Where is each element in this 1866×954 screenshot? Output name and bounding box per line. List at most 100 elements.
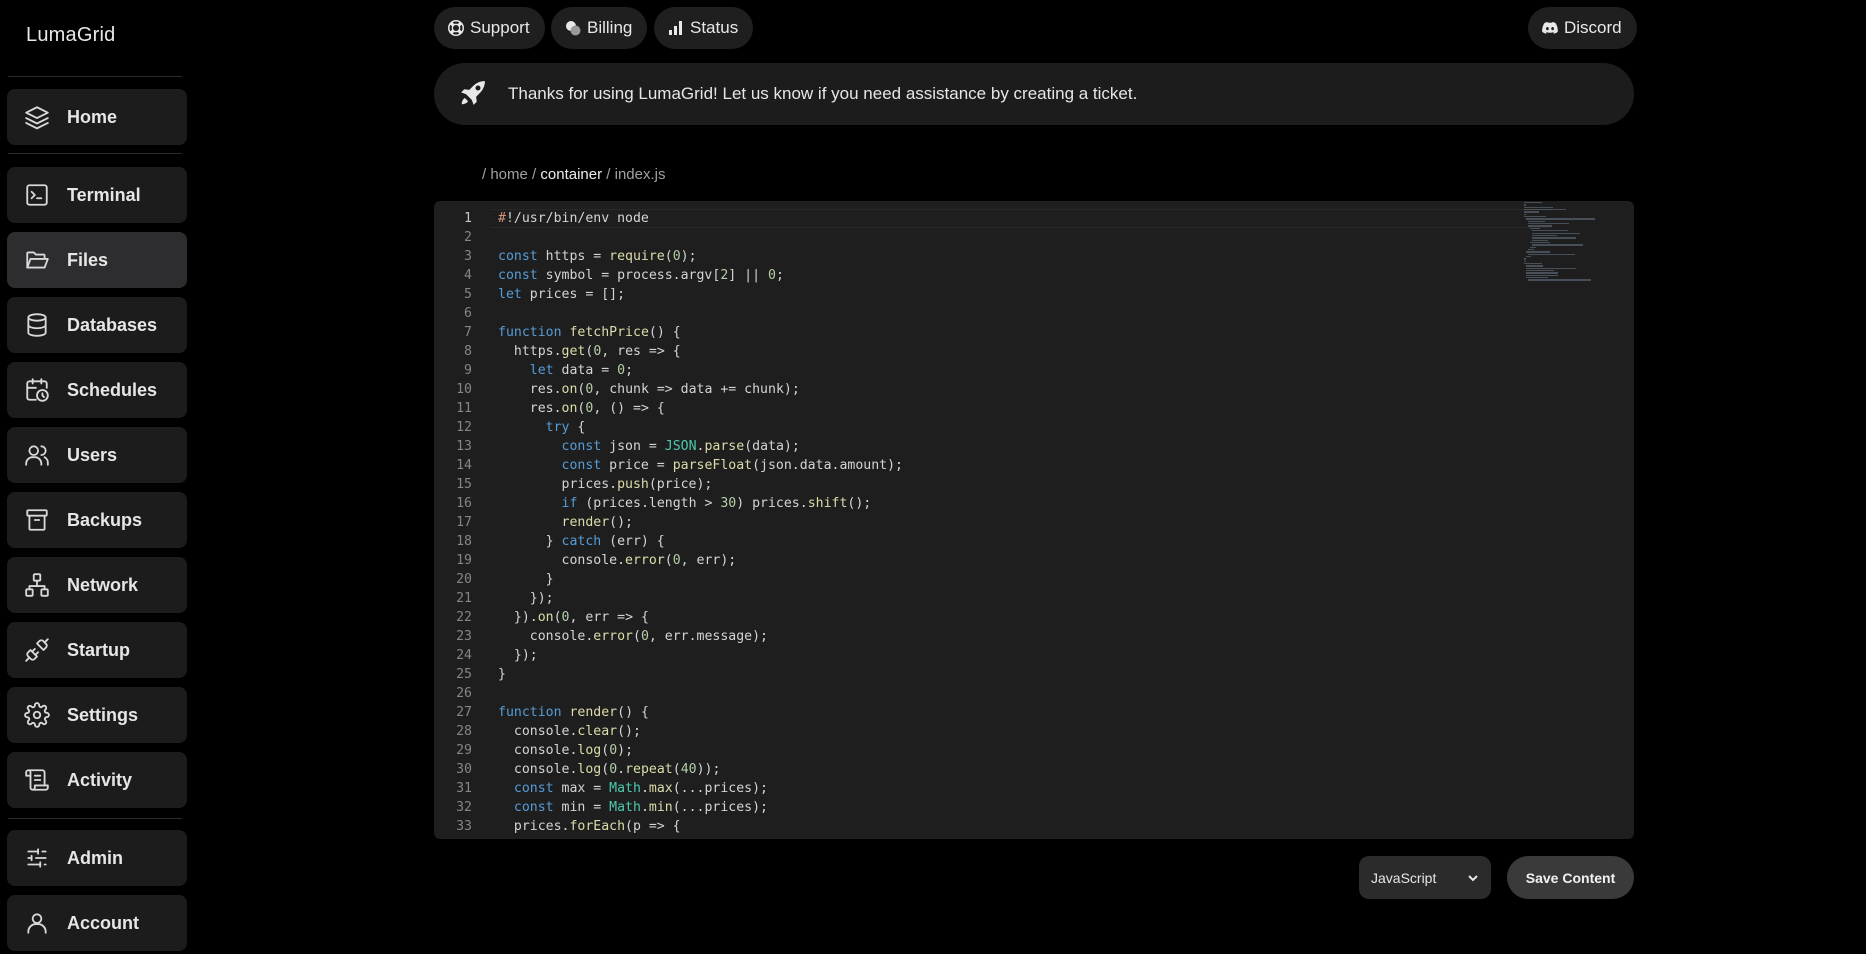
code-line[interactable]: 4 const symbol = process.argv[2] || 0; [434,266,1514,285]
code-line[interactable]: 21 }); [434,589,1514,608]
breadcrumb-separator: / [482,166,487,183]
code-text: const max = Math.max(...prices); [513,781,768,796]
code-line[interactable]: 24 }); [434,646,1514,665]
breadcrumb-home[interactable]: home [490,166,528,183]
sidebar-item-admin[interactable]: Admin [7,830,187,886]
line-number: 25 [456,667,472,682]
code-line[interactable]: 5 let prices = []; [434,285,1514,304]
code-line[interactable]: 34 const barLen = Math.floor(((p - min) … [434,836,1514,839]
code-line[interactable]: 22 }).on(0, err => { [434,608,1514,627]
code-line[interactable]: 3 const https = require(0); [434,247,1514,266]
save-content-button[interactable]: Save Content [1507,856,1634,899]
billing-button[interactable]: Billing [551,7,648,49]
code-line[interactable]: 30 console.log(0.repeat(40)); [434,760,1514,779]
line-number: 3 [464,249,472,264]
users-icon [23,441,51,469]
sidebar-divider [8,818,182,819]
code-line[interactable]: 10 res.on(0, chunk => data += chunk); [434,380,1514,399]
line-number: 34 [434,836,472,839]
code-line[interactable]: 2 [434,228,1514,247]
code-line[interactable]: 9 let data = 0; [434,361,1514,380]
language-select[interactable]: JavaScript [1359,856,1491,899]
code-line[interactable]: 19 console.error(0, err); [434,551,1514,570]
discord-button[interactable]: Discord [1528,7,1637,49]
minimap-line [1524,211,1540,213]
coins-icon [566,21,581,36]
code-line[interactable]: 20 } [434,570,1514,589]
line-number: 30 [456,762,472,777]
sidebar-item-files[interactable]: Files [7,232,187,288]
sidebar-item-label: Account [67,912,139,933]
code-line[interactable]: 6 [434,304,1514,323]
code-line[interactable]: 29 console.log(0); [434,741,1514,760]
code-line[interactable]: 7 function fetchPrice() { [434,323,1514,342]
line-number: 26 [456,686,472,701]
sidebar-item-network[interactable]: Network [7,557,187,613]
code-line[interactable]: 26 [434,684,1514,703]
code-line[interactable]: 32 const min = Math.min(...prices); [434,798,1514,817]
minimap-line [1524,213,1526,216]
sidebar-item-schedules[interactable]: Schedules [7,362,187,418]
status-button[interactable]: Status [654,7,754,49]
editor-minimap[interactable] [1524,201,1604,291]
minimap-line [1531,244,1583,246]
code-line[interactable]: 15 prices.push(price); [434,475,1514,494]
support-label: Support [470,18,530,37]
code-line[interactable]: 27 function render() { [434,703,1514,722]
sidebar-item-activity[interactable]: Activity [7,752,187,808]
code-line[interactable]: 16 if (prices.length > 30) prices.shift(… [434,494,1514,513]
banner-message: Thanks for using LumaGrid! Let us know i… [508,84,1138,103]
sidebar-item-home[interactable]: Home [7,89,187,145]
code-line[interactable]: 8 https.get(0, res => { [434,342,1514,361]
support-button[interactable]: Support [434,7,545,49]
code-text: const price = parseFloat(json.data.amoun… [561,458,903,473]
code-line[interactable]: 23 console.error(0, err.message); [434,627,1514,646]
sidebar-item-databases[interactable]: Databases [7,297,187,353]
line-number: 4 [464,268,472,283]
code-line[interactable]: 13 const json = JSON.parse(data); [434,437,1514,456]
code-line[interactable]: 31 const max = Math.max(...prices); [434,779,1514,798]
minimap-line [1529,227,1541,230]
code-line[interactable]: 12 try { [434,418,1514,437]
line-number: 20 [456,572,472,587]
code-text: const https = require(0); [498,249,697,264]
minimap-line [1525,267,1577,269]
code-text: }); [498,591,554,606]
code-text: console.clear(); [498,724,641,739]
breadcrumb-container[interactable]: container [540,166,602,183]
code-line[interactable]: 33 prices.forEach(p => { [434,817,1514,836]
code-text: } catch (err) { [498,534,665,549]
sidebar-item-backups[interactable]: Backups [7,492,187,548]
code-line[interactable]: 1 #!/usr/bin/env node [434,209,1514,228]
sidebar-item-settings[interactable]: Settings [7,687,187,743]
sidebar-item-users[interactable]: Users [7,427,187,483]
app-logo: LumaGrid [26,24,116,46]
code-line[interactable]: 17 render(); [434,513,1514,532]
code-text: let prices = []; [498,287,626,302]
sidebar-item-account[interactable]: Account [7,895,187,951]
minimap-line [1531,239,1548,241]
code-text: #!/usr/bin/env node [498,211,649,226]
code-line[interactable]: 14 const price = parseFloat(json.data.am… [434,456,1514,475]
code-text: const barLen = Math.floor(((p - min) / (… [498,836,1030,839]
line-number: 18 [456,534,472,549]
minimap-line [1525,270,1555,272]
minimap-line [1531,234,1558,237]
line-number: 9 [464,363,472,378]
minimap-line [1525,272,1559,274]
sidebar-item-terminal[interactable]: Terminal [7,167,187,223]
minimap-line [1529,246,1537,248]
discord-label: Discord [1564,18,1622,37]
code-line[interactable]: 11 res.on(0, () => { [434,399,1514,418]
code-line[interactable]: 28 console.clear(); [434,722,1514,741]
code-line[interactable]: 25} [434,665,1514,684]
sidebar-item-startup[interactable]: Startup [7,622,187,678]
breadcrumb-file: index.js [614,166,666,183]
code-line[interactable]: 18 } catch (err) { [434,532,1514,551]
chevron-down-icon [1468,875,1478,882]
minimap-line [1524,202,1543,204]
line-number: 33 [456,819,472,834]
database-icon [23,311,51,339]
layers-icon [23,103,51,131]
code-editor[interactable]: 1 #!/usr/bin/env node 2 3 const https = requ… [434,201,1634,839]
